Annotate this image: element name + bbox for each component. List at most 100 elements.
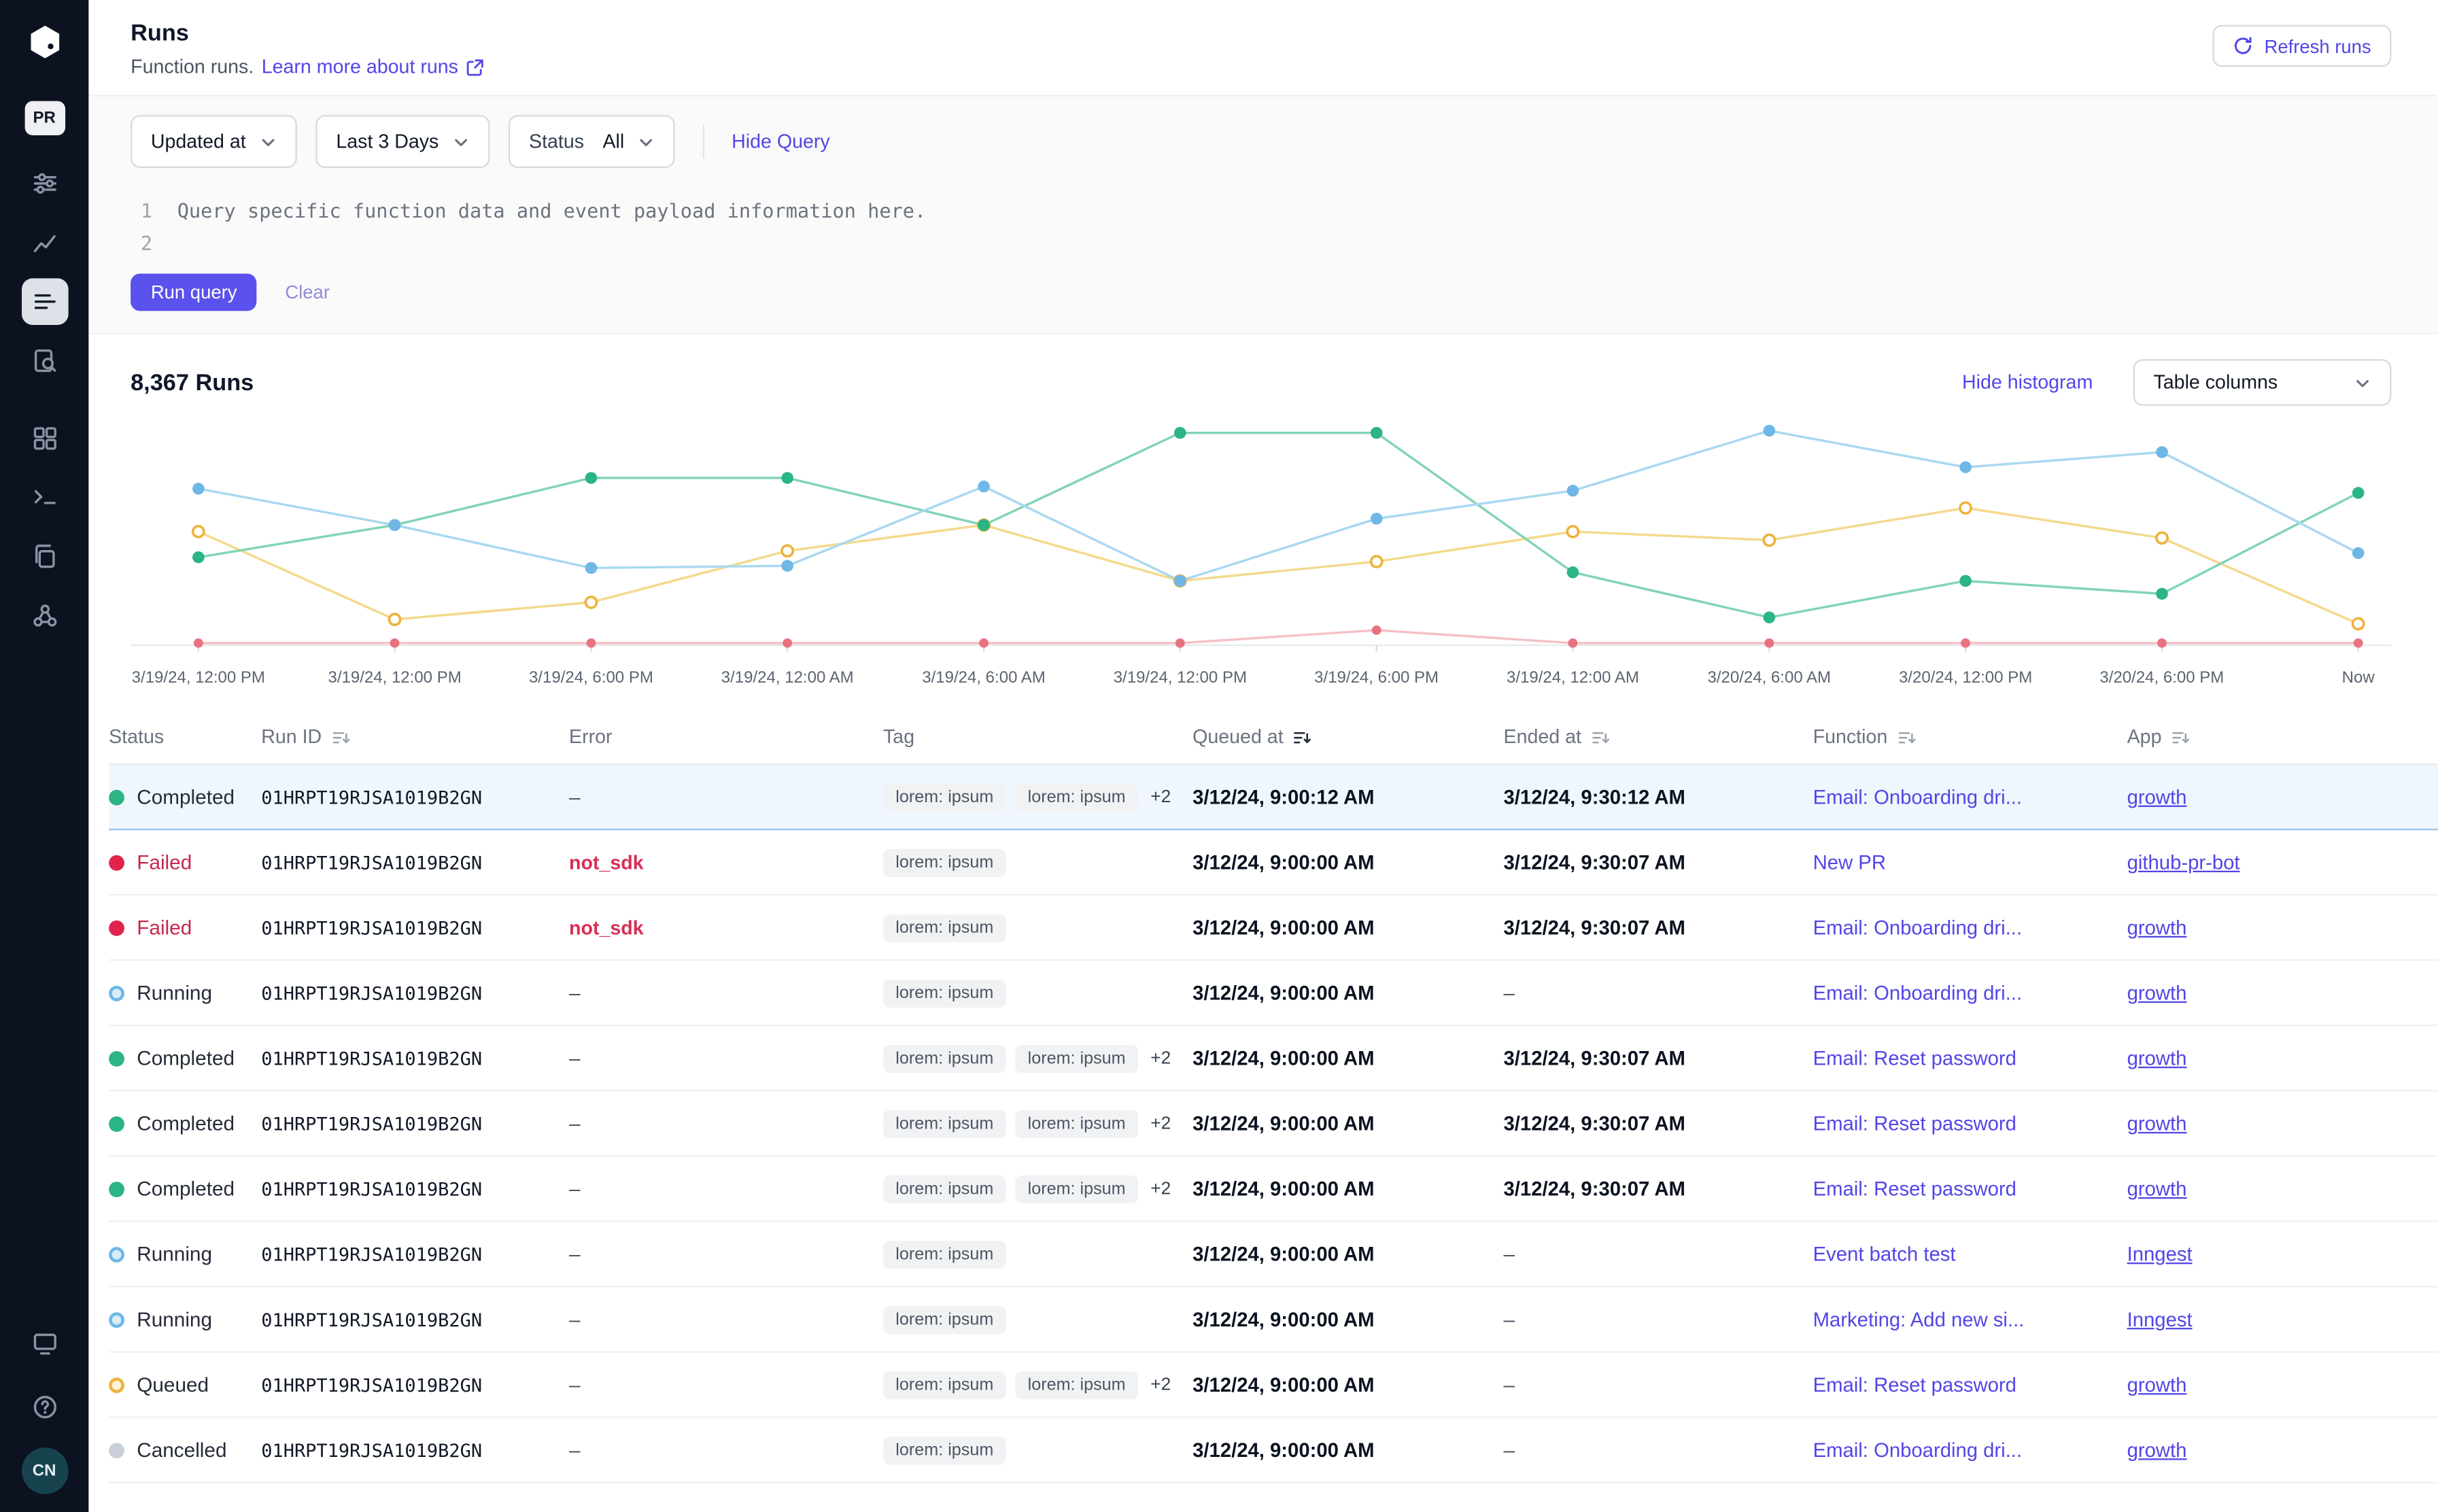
table-row[interactable]: Running01HRPT19RJSA1019B2GN–lorem: ipsum…	[109, 1288, 2438, 1353]
function-link[interactable]: Email: Reset password	[1813, 1373, 2016, 1396]
time-range-select[interactable]: Last 3 Days	[316, 115, 490, 168]
runs-icon[interactable]	[21, 278, 68, 325]
metrics-icon[interactable]	[21, 219, 68, 266]
workspace-badge[interactable]: PR	[24, 101, 64, 135]
run-id-cell[interactable]: 01HRPT19RJSA1019B2GN	[261, 1439, 569, 1461]
table-row[interactable]: Failed01HRPT19RJSA1019B2GNnot_sdklorem: …	[109, 895, 2438, 961]
tag-chip[interactable]: lorem: ipsum	[883, 1110, 1006, 1137]
app-link[interactable]: growth	[2127, 1112, 2187, 1135]
column-header-function[interactable]: Function	[1813, 726, 2127, 748]
webhooks-icon[interactable]	[21, 592, 68, 639]
sort-icon[interactable]	[2171, 727, 2191, 747]
function-link[interactable]: Email: Onboarding dri...	[1813, 785, 2022, 808]
tag-chip[interactable]: lorem: ipsum	[883, 1371, 1006, 1398]
function-link[interactable]: Email: Onboarding dri...	[1813, 1438, 2022, 1461]
app-link[interactable]: growth	[2127, 1373, 2187, 1396]
search-docs-icon[interactable]	[21, 337, 68, 384]
hide-query-link[interactable]: Hide Query	[732, 131, 830, 152]
function-link[interactable]: Email: Reset password	[1813, 1046, 2016, 1069]
tag-chip[interactable]: lorem: ipsum	[1015, 783, 1138, 810]
tag-chip[interactable]: lorem: ipsum	[883, 1305, 1006, 1333]
run-id-cell[interactable]: 01HRPT19RJSA1019B2GN	[261, 982, 569, 1003]
function-link[interactable]: Event batch test	[1813, 1242, 1956, 1265]
table-row[interactable]: Completed01HRPT19RJSA1019B2GN–lorem: ips…	[109, 765, 2438, 830]
column-header-ended-at[interactable]: Ended at	[1504, 726, 1813, 748]
app-link[interactable]: growth	[2127, 916, 2187, 939]
tag-chip[interactable]: lorem: ipsum	[883, 1175, 1006, 1203]
app-link[interactable]: growth	[2127, 1438, 2187, 1461]
table-row[interactable]: Completed01HRPT19RJSA1019B2GN–lorem: ips…	[109, 1026, 2438, 1091]
sort-icon[interactable]	[1292, 727, 1313, 747]
function-link[interactable]: Email: Onboarding dri...	[1813, 981, 2022, 1004]
app-link[interactable]: growth	[2127, 981, 2187, 1004]
run-id-cell[interactable]: 01HRPT19RJSA1019B2GN	[261, 1112, 569, 1134]
function-link[interactable]: Email: Reset password	[1813, 1177, 2016, 1200]
table-row[interactable]: Queued01HRPT19RJSA1019B2GN–lorem: ipsuml…	[109, 1353, 2438, 1418]
help-icon[interactable]	[21, 1383, 68, 1430]
tag-chip[interactable]: lorem: ipsum	[883, 914, 1006, 942]
sort-icon[interactable]	[331, 727, 351, 747]
run-id-cell[interactable]: 01HRPT19RJSA1019B2GN	[261, 1309, 569, 1330]
tag-chip[interactable]: lorem: ipsum	[1015, 1175, 1138, 1203]
tag-chip[interactable]: lorem: ipsum	[883, 1436, 1006, 1464]
extra-tags-count[interactable]: +2	[1150, 1114, 1171, 1133]
function-link[interactable]: New PR	[1813, 850, 1886, 874]
filters-icon[interactable]	[21, 160, 68, 207]
tag-chip[interactable]: lorem: ipsum	[1015, 1110, 1138, 1137]
table-row[interactable]: Completed01HRPT19RJSA1019B2GN–lorem: ips…	[109, 1091, 2438, 1156]
status-filter-select[interactable]: All	[594, 117, 672, 167]
extra-tags-count[interactable]: +2	[1150, 1180, 1171, 1198]
function-link[interactable]: Email: Onboarding dri...	[1813, 916, 2022, 939]
tag-chip[interactable]: lorem: ipsum	[883, 1044, 1006, 1072]
run-query-button[interactable]: Run query	[131, 274, 257, 311]
table-row[interactable]: Running01HRPT19RJSA1019B2GN–lorem: ipsum…	[109, 961, 2438, 1026]
table-row[interactable]: Failed01HRPT19RJSA1019B2GNnot_sdklorem: …	[109, 830, 2438, 895]
sort-icon[interactable]	[1897, 727, 1917, 747]
run-id-cell[interactable]: 01HRPT19RJSA1019B2GN	[261, 851, 569, 873]
extra-tags-count[interactable]: +2	[1150, 787, 1171, 806]
user-avatar[interactable]: CN	[21, 1447, 68, 1494]
sort-field-select[interactable]: Updated at	[131, 115, 297, 168]
tag-chip[interactable]: lorem: ipsum	[883, 848, 1006, 876]
functions-icon[interactable]	[21, 475, 68, 521]
app-link[interactable]: github-pr-bot	[2127, 850, 2240, 874]
tag-chip[interactable]: lorem: ipsum	[1015, 1044, 1138, 1072]
function-link[interactable]: Marketing: Add new si...	[1813, 1307, 2025, 1330]
table-row[interactable]: Cancelled01HRPT19RJSA1019B2GN–lorem: ips…	[109, 1418, 2438, 1483]
tag-chip[interactable]: lorem: ipsum	[883, 979, 1006, 1007]
function-link[interactable]: Email: Reset password	[1813, 1112, 2016, 1135]
tag-chip[interactable]: lorem: ipsum	[883, 1240, 1006, 1268]
apps-icon[interactable]	[21, 415, 68, 462]
tag-chip[interactable]: lorem: ipsum	[883, 783, 1006, 810]
sort-icon[interactable]	[1591, 727, 1611, 747]
clear-query-button[interactable]: Clear	[285, 281, 330, 303]
run-id-cell[interactable]: 01HRPT19RJSA1019B2GN	[261, 1178, 569, 1199]
column-header-run-id[interactable]: Run ID	[261, 726, 569, 748]
inngest-logo[interactable]	[22, 20, 66, 64]
docs-icon[interactable]	[21, 533, 68, 580]
table-row[interactable]: Running01HRPT19RJSA1019B2GN–lorem: ipsum…	[109, 1222, 2438, 1288]
app-link[interactable]: growth	[2127, 1177, 2187, 1200]
learn-more-link[interactable]: Learn more about runs	[262, 56, 485, 78]
dev-server-icon[interactable]	[21, 1320, 68, 1367]
run-id-cell[interactable]: 01HRPT19RJSA1019B2GN	[261, 916, 569, 938]
hide-histogram-link[interactable]: Hide histogram	[1962, 372, 2093, 394]
column-header-app[interactable]: App	[2127, 726, 2392, 748]
extra-tags-count[interactable]: +2	[1150, 1049, 1171, 1067]
app-link[interactable]: growth	[2127, 1046, 2187, 1069]
run-id-cell[interactable]: 01HRPT19RJSA1019B2GN	[261, 1243, 569, 1265]
extra-tags-count[interactable]: +2	[1150, 1375, 1171, 1394]
sidebar-footer: CN	[21, 1320, 68, 1512]
run-id-cell[interactable]: 01HRPT19RJSA1019B2GN	[261, 1374, 569, 1396]
query-editor[interactable]: 1 Query specific function data and event…	[131, 194, 2391, 260]
column-header-queued-at[interactable]: Queued at	[1192, 726, 1503, 748]
run-id-cell[interactable]: 01HRPT19RJSA1019B2GN	[261, 1047, 569, 1069]
app-link[interactable]: Inngest	[2127, 1307, 2193, 1330]
tag-chip[interactable]: lorem: ipsum	[1015, 1371, 1138, 1398]
run-id-cell[interactable]: 01HRPT19RJSA1019B2GN	[261, 786, 569, 808]
app-link[interactable]: growth	[2127, 785, 2187, 808]
table-columns-select[interactable]: Table columns	[2133, 359, 2392, 406]
refresh-runs-button[interactable]: Refresh runs	[2213, 25, 2391, 67]
app-link[interactable]: Inngest	[2127, 1242, 2193, 1265]
table-row[interactable]: Completed01HRPT19RJSA1019B2GN–lorem: ips…	[109, 1157, 2438, 1222]
